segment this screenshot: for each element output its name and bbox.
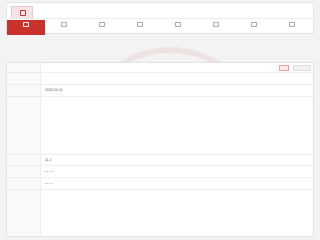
secondary-button[interactable]: [293, 65, 311, 71]
table-row: [7, 63, 313, 73]
tab-0[interactable]: [7, 20, 45, 35]
table-row: [7, 97, 313, 155]
tab-3[interactable]: [121, 20, 159, 35]
field-key: [7, 190, 41, 237]
field-value: [41, 63, 313, 72]
doc-icon: [99, 22, 105, 27]
field-value: 2023-03-01: [45, 88, 63, 92]
table-row: 2023-03-01: [7, 85, 313, 97]
section-tabs: [6, 18, 314, 35]
field-value: — —: [45, 169, 53, 174]
field-key: [7, 166, 41, 178]
doc-icon: [23, 22, 29, 27]
field-value: [41, 190, 313, 236]
doc-icon: [61, 22, 67, 27]
tab-5[interactable]: [197, 20, 235, 35]
field-value: [41, 97, 313, 154]
field-value: [41, 73, 313, 84]
tab-7[interactable]: [273, 20, 311, 35]
field-key: [7, 97, 41, 154]
table-row: 11.2: [7, 155, 313, 167]
page: 2023-03-01 11.2 — — — —: [0, 0, 320, 240]
doc-icon: [251, 22, 257, 27]
doc-icon: [175, 22, 181, 27]
field-value: — —: [45, 181, 53, 186]
field-key: [7, 178, 41, 190]
info-table: 2023-03-01 11.2 — — — —: [6, 62, 314, 238]
tab-2[interactable]: [83, 20, 121, 35]
tab-1[interactable]: [45, 20, 83, 35]
tab-4[interactable]: [159, 20, 197, 35]
field-key: [7, 73, 41, 84]
doc-icon: [289, 22, 295, 27]
field-key: [7, 85, 41, 96]
table-row: [7, 190, 313, 237]
doc-icon: [137, 22, 143, 27]
table-row: — —: [7, 166, 313, 179]
field-key: [7, 63, 41, 72]
field-key: [7, 155, 41, 166]
field-value: 11.2: [45, 158, 52, 162]
table-row: — —: [7, 178, 313, 191]
doc-icon: [213, 22, 219, 27]
table-row: [7, 73, 313, 85]
tab-6[interactable]: [235, 20, 273, 35]
action-button[interactable]: [279, 65, 289, 71]
